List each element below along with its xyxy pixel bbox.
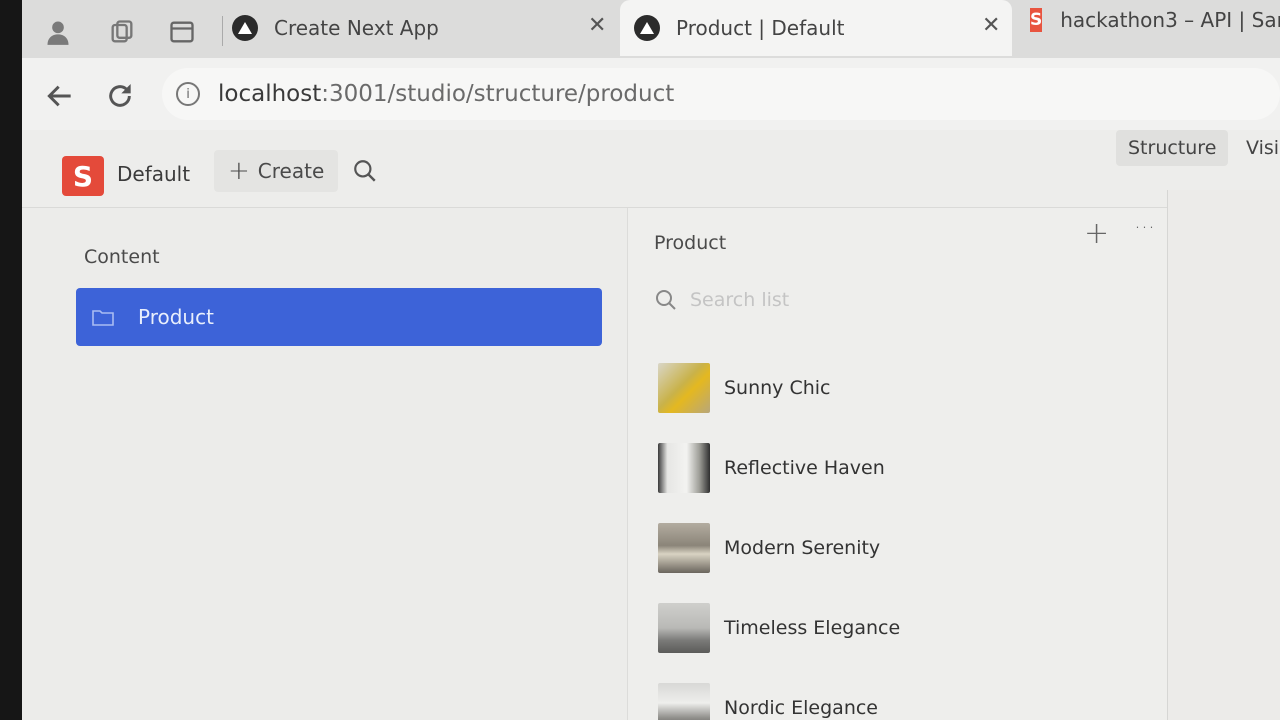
plus-icon: + [228, 156, 250, 186]
list-item[interactable]: Reflective Haven [658, 428, 1158, 508]
document-thumbnail [658, 523, 710, 573]
document-title: Timeless Elegance [724, 617, 901, 639]
content-pane: Content Product [22, 208, 627, 720]
tab-title: hackathon3 – API | Sanity [1060, 8, 1280, 32]
document-pane [1167, 190, 1280, 720]
document-thumbnail [658, 363, 710, 413]
more-options-icon[interactable]: ··· [1134, 216, 1155, 241]
tab-title: Create Next App [274, 16, 439, 40]
document-thumbnail [658, 603, 710, 653]
workspace-logo[interactable]: S [62, 156, 104, 196]
add-document-icon[interactable]: + [1084, 216, 1109, 251]
list-item[interactable]: Modern Serenity [658, 508, 1158, 588]
search-list-input[interactable] [690, 289, 990, 311]
tab-product-default[interactable]: Product | Default ✕ [620, 0, 1012, 56]
tool-tab-structure[interactable]: Structure [1116, 130, 1229, 166]
studio-navbar: S Default + Create Structure Visi [22, 130, 1280, 208]
close-icon[interactable]: ✕ [588, 13, 606, 38]
content-item-label: Product [138, 305, 214, 329]
close-icon[interactable]: ✕ [982, 13, 1000, 38]
document-list: Sunny Chic Reflective Haven Modern Seren… [658, 348, 1158, 720]
reload-icon[interactable] [104, 80, 136, 112]
list-item[interactable]: Nordic Elegance [658, 668, 1158, 720]
tool-tab-vision[interactable]: Visi [1234, 130, 1280, 166]
document-thumbnail [658, 443, 710, 493]
pane-title-content: Content [84, 246, 160, 268]
tab-strip: Create Next App ✕ Product | Default ✕ S … [22, 0, 1280, 58]
tab-title: Product | Default [676, 16, 845, 40]
workspace-name[interactable]: Default [117, 162, 190, 186]
document-thumbnail [658, 683, 710, 720]
address-bar[interactable]: i localhost:3001/studio/structure/produc… [162, 68, 1280, 120]
profile-icon[interactable] [44, 18, 72, 46]
url-text[interactable]: localhost:3001/studio/structure/product [218, 81, 674, 107]
url-host: localhost [218, 81, 322, 107]
browser-window: Create Next App ✕ Product | Default ✕ S … [22, 0, 1280, 720]
sanity-s-icon: S [1030, 8, 1043, 32]
triangle-icon [634, 15, 660, 41]
pane-title-product: Product [654, 232, 727, 254]
site-info-icon[interactable]: i [176, 82, 200, 106]
navigation-bar: i localhost:3001/studio/structure/produc… [22, 58, 1280, 130]
search-list [654, 288, 990, 312]
document-title: Reflective Haven [724, 457, 885, 479]
tab-actions-icon[interactable] [168, 18, 196, 46]
list-item[interactable]: Timeless Elegance [658, 588, 1158, 668]
workspaces-icon[interactable] [108, 18, 136, 46]
document-title: Sunny Chic [724, 377, 831, 399]
url-path: :3001/studio/structure/product [321, 81, 675, 107]
product-list-pane: Product + ··· Sunny Chic Reflective Have… [627, 208, 1167, 720]
document-title: Modern Serenity [724, 537, 881, 559]
create-label: Create [257, 159, 325, 183]
folder-icon [92, 310, 114, 326]
tab-create-next-app[interactable]: Create Next App ✕ [232, 0, 612, 56]
document-title: Nordic Elegance [724, 697, 878, 719]
tab-hackathon3-api[interactable]: S hackathon3 – API | Sanity [1030, 0, 1280, 48]
tab-separator [222, 16, 223, 46]
create-button[interactable]: + Create [214, 150, 339, 192]
triangle-icon [232, 15, 258, 41]
content-item-product[interactable]: Product [76, 288, 602, 346]
search-icon[interactable] [352, 158, 378, 184]
back-arrow-icon[interactable] [44, 80, 76, 112]
search-icon [656, 290, 676, 310]
list-item[interactable]: Sunny Chic [658, 348, 1158, 428]
